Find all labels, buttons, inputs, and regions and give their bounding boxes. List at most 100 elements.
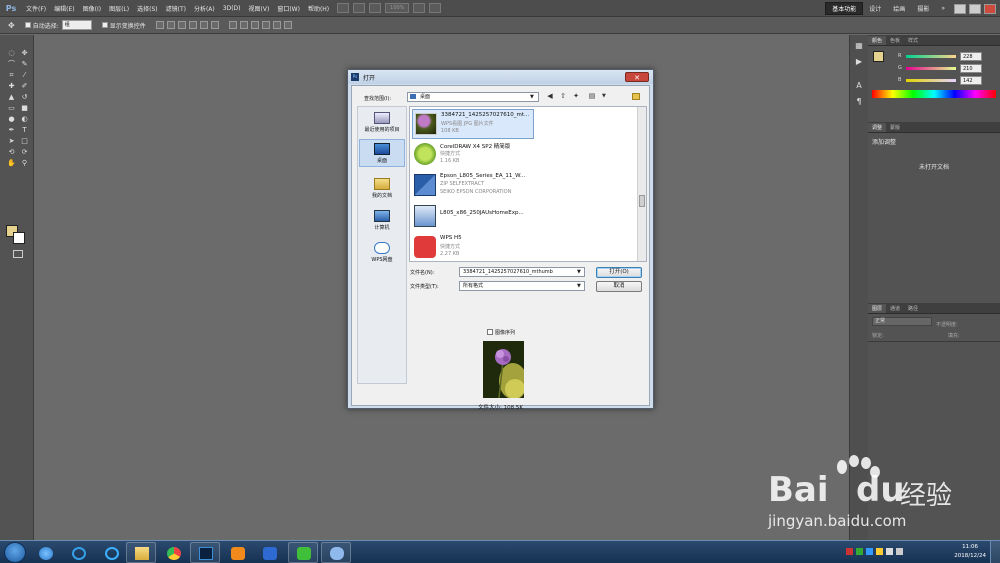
filetype-chevron-icon[interactable]: ▼ xyxy=(577,283,581,289)
zoom-select[interactable]: 100% xyxy=(385,3,410,13)
taskbar-wechat[interactable] xyxy=(288,542,318,563)
filename-input[interactable]: 3384721_1425257027610_mthumb xyxy=(459,267,585,277)
restore-icon[interactable] xyxy=(969,3,981,14)
workspace-more[interactable]: » xyxy=(935,4,951,13)
scrollbar-thumb[interactable] xyxy=(639,195,645,207)
file-item[interactable]: 3384721_142525702761​0_mt... WPS看图 JPG 图… xyxy=(412,109,534,139)
taskbar-app-orange[interactable] xyxy=(222,542,252,563)
up-folder-icon[interactable]: ⇧ xyxy=(558,92,568,101)
tray-icon[interactable] xyxy=(876,548,883,555)
look-in-select[interactable]: 桌面 xyxy=(407,92,539,102)
clock-date[interactable]: 2018/12/24 xyxy=(954,553,986,559)
tab-paths[interactable]: 路径 xyxy=(904,304,922,313)
cancel-button[interactable]: 取消 xyxy=(596,281,642,292)
taskbar-ie[interactable] xyxy=(63,542,93,563)
new-folder-icon[interactable]: ✦ xyxy=(571,92,581,101)
taskbar-ie2[interactable] xyxy=(96,542,126,563)
pen-tool-icon[interactable]: ✒ xyxy=(6,126,17,135)
actions-icon[interactable]: ▶ xyxy=(854,57,864,67)
distribute-hcenter-icon[interactable] xyxy=(272,21,281,29)
arrange-icon[interactable] xyxy=(413,3,426,13)
tab-styles[interactable]: 样式 xyxy=(904,36,922,45)
taskbar-360-browser[interactable] xyxy=(30,542,60,563)
menu-help[interactable]: 帮助(H) xyxy=(304,4,333,13)
menu-file[interactable]: 文件(F) xyxy=(22,4,50,13)
blue-value[interactable]: 142 xyxy=(960,75,982,85)
3d-rotate-tool-icon[interactable]: ⟲ xyxy=(6,148,17,157)
history-icon[interactable]: ▦ xyxy=(854,41,864,51)
blur-tool-icon[interactable]: ● xyxy=(6,115,17,124)
distribute-bottom-icon[interactable] xyxy=(250,21,259,29)
show-transform-checkbox[interactable] xyxy=(101,22,108,28)
menu-image[interactable]: 图像(I) xyxy=(79,4,105,13)
align-left-icon[interactable] xyxy=(188,21,197,29)
file-item[interactable]: L805_x86_250JAUsHomeExp... xyxy=(412,202,534,232)
healing-tool-icon[interactable]: ✚ xyxy=(6,82,17,91)
close-icon[interactable] xyxy=(984,3,996,14)
menu-3d[interactable]: 3D(D) xyxy=(219,5,245,12)
zoom-tool-icon[interactable]: ⚲ xyxy=(19,159,30,168)
align-bottom-icon[interactable] xyxy=(177,21,186,29)
filename-chevron-icon[interactable]: ▼ xyxy=(577,269,581,275)
shape-tool-icon[interactable]: □ xyxy=(19,137,30,146)
network-icon[interactable] xyxy=(886,548,893,555)
align-hcenter-icon[interactable] xyxy=(199,21,208,29)
auto-select-dropdown[interactable]: 组 xyxy=(61,20,92,30)
chevron-down-icon[interactable]: ▼ xyxy=(530,94,534,100)
taskbar-chrome[interactable] xyxy=(158,542,188,563)
green-value[interactable]: 210 xyxy=(960,63,982,73)
dialog-close-button[interactable]: ✕ xyxy=(625,72,649,82)
distribute-vcenter-icon[interactable] xyxy=(239,21,248,29)
background-color[interactable] xyxy=(13,232,25,244)
dialog-titlebar[interactable]: Ps 打开 xyxy=(348,70,653,84)
taskbar-explorer[interactable] xyxy=(126,542,156,563)
character-icon[interactable]: A xyxy=(854,81,864,91)
blue-slider[interactable] xyxy=(906,78,956,82)
place-wps-cloud[interactable]: WPS网盘 xyxy=(359,239,405,267)
file-list-scrollbar[interactable] xyxy=(637,107,646,261)
blend-mode-select[interactable]: 正常 xyxy=(872,317,932,326)
panel-fg-swatch[interactable] xyxy=(873,51,884,62)
folder-icon[interactable] xyxy=(632,93,640,100)
history-brush-tool-icon[interactable]: ↺ xyxy=(19,93,30,102)
place-desktop[interactable]: 桌面 xyxy=(359,139,405,167)
menu-edit[interactable]: 编辑(E) xyxy=(50,4,78,13)
quick-mask-icon[interactable] xyxy=(13,250,23,258)
gradient-tool-icon[interactable]: ■ xyxy=(19,104,30,113)
paragraph-icon[interactable]: ¶ xyxy=(854,97,864,107)
quick-select-tool-icon[interactable]: ✎ xyxy=(19,60,30,69)
move-tool-icon[interactable]: ✥ xyxy=(19,49,30,58)
red-slider[interactable] xyxy=(906,54,956,58)
file-item[interactable]: CorelDRAW X4 SP2 精简版 快捷方式 1.16 KB xyxy=(412,140,534,170)
3d-orbit-tool-icon[interactable]: ⟳ xyxy=(19,148,30,157)
bridge-icon[interactable] xyxy=(337,3,350,13)
tab-adjustments[interactable]: 调整 xyxy=(868,123,887,132)
align-vcenter-icon[interactable] xyxy=(166,21,175,29)
move-tool-icon[interactable]: ✥ xyxy=(8,21,15,30)
screen-mode-icon[interactable] xyxy=(429,3,442,13)
taskbar-wps-writer[interactable] xyxy=(254,542,284,563)
eyedropper-tool-icon[interactable]: ⁄ xyxy=(19,71,30,80)
volume-icon[interactable] xyxy=(896,548,903,555)
tray-icon[interactable] xyxy=(866,548,873,555)
tab-channels[interactable]: 通道 xyxy=(886,304,904,313)
clock-time[interactable]: 11:06 xyxy=(962,544,978,550)
tab-masks[interactable]: 蒙版 xyxy=(886,123,904,132)
filetype-select[interactable]: 所有格式 xyxy=(459,281,585,291)
minimize-icon[interactable] xyxy=(954,3,966,14)
distribute-right-icon[interactable] xyxy=(283,21,292,29)
menu-select[interactable]: 选择(S) xyxy=(133,4,162,13)
brush-tool-icon[interactable]: ✐ xyxy=(19,82,30,91)
taskbar-cloud[interactable] xyxy=(321,542,351,563)
distribute-top-icon[interactable] xyxy=(228,21,237,29)
grid-icon[interactable] xyxy=(369,3,382,13)
menu-analysis[interactable]: 分析(A) xyxy=(190,4,219,13)
green-slider[interactable] xyxy=(906,66,956,70)
color-spectrum[interactable] xyxy=(872,90,996,98)
tray-icon[interactable] xyxy=(856,548,863,555)
menu-layer[interactable]: 图层(L) xyxy=(105,4,133,13)
file-item[interactable]: Epson_L805_Series_EA_11_W... ZIP SELFEXT… xyxy=(412,171,534,201)
stamp-tool-icon[interactable]: ▲ xyxy=(6,93,17,102)
place-recent[interactable]: 最近使用的项目 xyxy=(359,109,405,137)
crop-tool-icon[interactable]: ⌗ xyxy=(6,71,17,80)
